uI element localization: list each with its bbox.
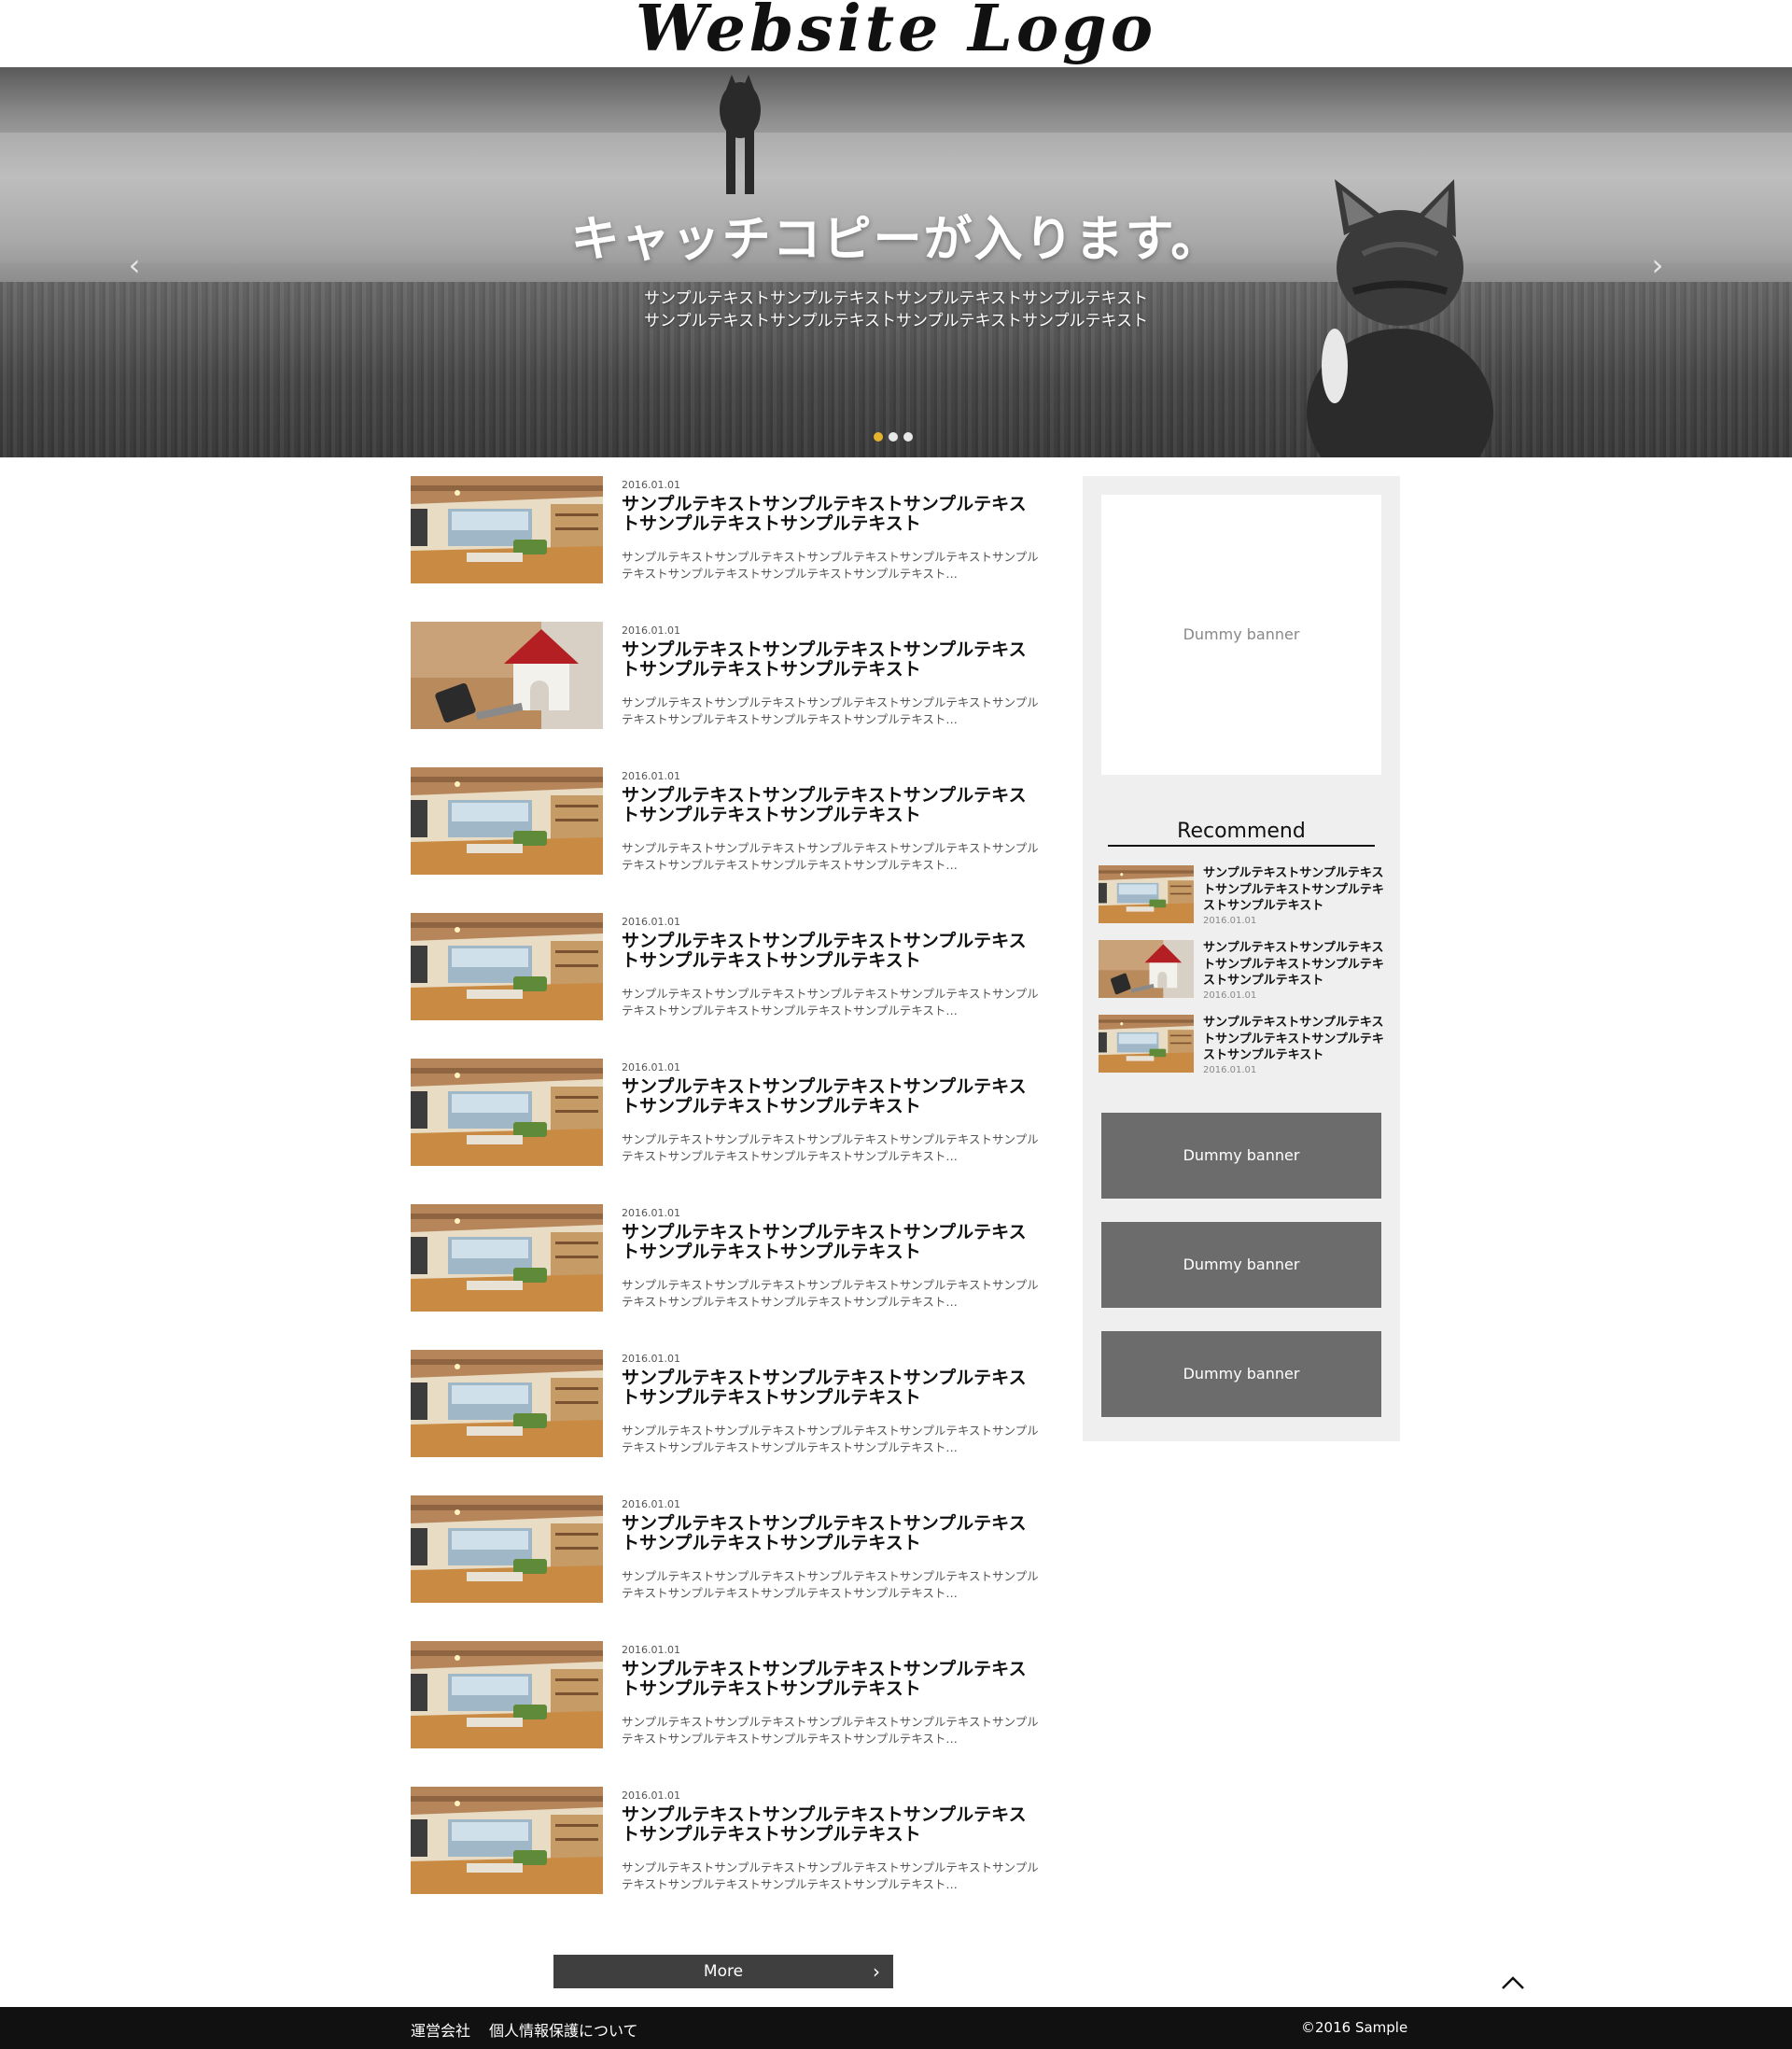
site-header: Website Logo [0, 0, 1792, 67]
article-title[interactable]: サンプルテキストサンプルテキストサンプルテキストサンプルテキストサンプルテキスト [622, 640, 1042, 680]
article-thumbnail[interactable] [411, 1495, 603, 1603]
article-excerpt: サンプルテキストサンプルテキストサンプルテキストサンプルテキストサンプルテキスト… [622, 1860, 1039, 1891]
article-title[interactable]: サンプルテキストサンプルテキストサンプルテキストサンプルテキストサンプルテキスト [622, 1514, 1042, 1553]
article-date: 2016.01.01 [622, 1061, 680, 1074]
article-excerpt: サンプルテキストサンプルテキストサンプルテキストサンプルテキストサンプルテキスト… [622, 1715, 1039, 1746]
article-thumbnail[interactable] [411, 1350, 603, 1457]
article-item: 2016.01.01 サンプルテキストサンプルテキストサンプルテキストサンプルテキ… [411, 1787, 1041, 1897]
article-title[interactable]: サンプルテキストサンプルテキストサンプルテキストサンプルテキストサンプルテキスト [622, 1077, 1042, 1116]
article-item: 2016.01.01 サンプルテキストサンプルテキストサンプルテキストサンプルテキ… [411, 767, 1041, 877]
article-date: 2016.01.01 [622, 1498, 680, 1510]
article-date: 2016.01.01 [622, 1789, 680, 1802]
recommend-title[interactable]: サンプルテキストサンプルテキストサンプルテキストサンプルテキストサンプルテキスト [1203, 940, 1390, 989]
site-logo[interactable]: Website Logo [0, 0, 1792, 61]
recommend-date: 2016.01.01 [1203, 916, 1257, 926]
sidebar: Dummy banner Recommend サンプルテキストサンプルテキストサ… [1083, 476, 1400, 1441]
article-excerpt: サンプルテキストサンプルテキストサンプルテキストサンプルテキストサンプルテキスト… [622, 1278, 1039, 1309]
article-excerpt: サンプルテキストサンプルテキストサンプルテキストサンプルテキストサンプルテキスト… [622, 1132, 1039, 1163]
footer-links: 運営会社 個人情報保護について [411, 2018, 638, 2041]
recommend-item[interactable]: サンプルテキストサンプルテキストサンプルテキストサンプルテキストサンプルテキスト… [1099, 1015, 1390, 1075]
article-thumbnail[interactable] [411, 1787, 603, 1894]
article-title[interactable]: サンプルテキストサンプルテキストサンプルテキストサンプルテキストサンプルテキスト [622, 1223, 1042, 1262]
slider-dot-3[interactable] [903, 432, 913, 442]
article-title[interactable]: サンプルテキストサンプルテキストサンプルテキストサンプルテキストサンプルテキスト [622, 1368, 1042, 1408]
article-title[interactable]: サンプルテキストサンプルテキストサンプルテキストサンプルテキストサンプルテキスト [622, 1805, 1042, 1845]
footer-link-privacy[interactable]: 個人情報保護について [489, 2018, 638, 2041]
article-item: 2016.01.01 サンプルテキストサンプルテキストサンプルテキストサンプルテキ… [411, 1204, 1041, 1314]
chevron-up-icon [1502, 1976, 1524, 1989]
hero-catchcopy: キャッチコピーが入ります。 [570, 212, 1222, 268]
article-date: 2016.01.01 [622, 770, 680, 782]
article-excerpt: サンプルテキストサンプルテキストサンプルテキストサンプルテキストサンプルテキスト… [622, 841, 1039, 872]
article-item: 2016.01.01 サンプルテキストサンプルテキストサンプルテキストサンプルテキ… [411, 1641, 1041, 1751]
article-item: 2016.01.01 サンプルテキストサンプルテキストサンプルテキストサンプルテキ… [411, 476, 1041, 586]
recommend-heading: Recommend [1108, 820, 1375, 847]
footer-copyright: ©2016 Sample [1301, 2019, 1408, 2036]
recommend-thumbnail[interactable] [1099, 940, 1194, 998]
sidebar-banner-3[interactable]: Dummy banner [1101, 1331, 1381, 1417]
chevron-left-icon: ‹ [128, 247, 141, 283]
slider-dots [874, 432, 913, 442]
slider-prev-button[interactable]: ‹ [116, 246, 153, 284]
article-title[interactable]: サンプルテキストサンプルテキストサンプルテキストサンプルテキストサンプルテキスト [622, 1660, 1042, 1699]
article-date: 2016.01.01 [622, 1644, 680, 1656]
recommend-title[interactable]: サンプルテキストサンプルテキストサンプルテキストサンプルテキストサンプルテキスト [1203, 1015, 1390, 1064]
article-excerpt: サンプルテキストサンプルテキストサンプルテキストサンプルテキストサンプルテキスト… [622, 987, 1039, 1017]
article-item: 2016.01.01 サンプルテキストサンプルテキストサンプルテキストサンプルテキ… [411, 1350, 1041, 1460]
site-footer: 運営会社 個人情報保護について ©2016 Sample [0, 2007, 1792, 2049]
article-date: 2016.01.01 [622, 1207, 680, 1219]
article-excerpt: サンプルテキストサンプルテキストサンプルテキストサンプルテキストサンプルテキスト… [622, 550, 1039, 581]
chevron-right-icon: › [873, 1960, 880, 1983]
hero-subtext: サンプルテキストサンプルテキストサンプルテキストサンプルテキスト サンプルテキス… [0, 288, 1792, 332]
more-button[interactable]: More › [553, 1955, 893, 1988]
article-thumbnail[interactable] [411, 913, 603, 1020]
article-thumbnail[interactable] [411, 767, 603, 875]
article-thumbnail[interactable] [411, 1204, 603, 1312]
hero-subtext-line: サンプルテキストサンプルテキストサンプルテキストサンプルテキスト [644, 289, 1148, 308]
article-item: 2016.01.01 サンプルテキストサンプルテキストサンプルテキストサンプルテキ… [411, 1495, 1041, 1606]
recommend-title[interactable]: サンプルテキストサンプルテキストサンプルテキストサンプルテキストサンプルテキスト [1203, 865, 1390, 915]
article-title[interactable]: サンプルテキストサンプルテキストサンプルテキストサンプルテキストサンプルテキスト [622, 932, 1042, 971]
article-thumbnail[interactable] [411, 1641, 603, 1748]
recommend-item[interactable]: サンプルテキストサンプルテキストサンプルテキストサンプルテキストサンプルテキスト… [1099, 865, 1390, 926]
article-date: 2016.01.01 [622, 916, 680, 928]
slider-dot-1[interactable] [874, 432, 883, 442]
sidebar-banner-1[interactable]: Dummy banner [1101, 1113, 1381, 1199]
footer-link-company[interactable]: 運営会社 [411, 2018, 470, 2041]
recommend-thumbnail[interactable] [1099, 865, 1194, 923]
slider-dot-2[interactable] [889, 432, 898, 442]
article-date: 2016.01.01 [622, 1353, 680, 1365]
article-item: 2016.01.01 サンプルテキストサンプルテキストサンプルテキストサンプルテキ… [411, 622, 1041, 732]
hero-cat-far-image [720, 75, 761, 194]
more-button-label: More [703, 1962, 744, 1981]
article-excerpt: サンプルテキストサンプルテキストサンプルテキストサンプルテキストサンプルテキスト… [622, 695, 1039, 726]
article-title[interactable]: サンプルテキストサンプルテキストサンプルテキストサンプルテキストサンプルテキスト [622, 786, 1042, 825]
sidebar-banner-2[interactable]: Dummy banner [1101, 1222, 1381, 1308]
article-excerpt: サンプルテキストサンプルテキストサンプルテキストサンプルテキストサンプルテキスト… [622, 1424, 1039, 1454]
hero-slider: キャッチコピーが入ります。 サンプルテキストサンプルテキストサンプルテキストサン… [0, 67, 1792, 457]
back-to-top-button[interactable] [1497, 1968, 1529, 2000]
recommend-thumbnail[interactable] [1099, 1015, 1194, 1073]
article-item: 2016.01.01 サンプルテキストサンプルテキストサンプルテキストサンプルテキ… [411, 913, 1041, 1023]
slider-next-button[interactable]: › [1639, 246, 1676, 284]
hero-subtext-line: サンプルテキストサンプルテキストサンプルテキストサンプルテキスト [644, 312, 1148, 330]
article-date: 2016.01.01 [622, 479, 680, 491]
recommend-date: 2016.01.01 [1203, 1065, 1257, 1075]
article-thumbnail[interactable] [411, 1059, 603, 1166]
article-title[interactable]: サンプルテキストサンプルテキストサンプルテキストサンプルテキストサンプルテキスト [622, 495, 1042, 534]
recommend-item[interactable]: サンプルテキストサンプルテキストサンプルテキストサンプルテキストサンプルテキスト… [1099, 940, 1390, 1001]
chevron-right-icon: › [1651, 247, 1664, 283]
article-excerpt: サンプルテキストサンプルテキストサンプルテキストサンプルテキストサンプルテキスト… [622, 1569, 1039, 1600]
article-date: 2016.01.01 [622, 625, 680, 637]
article-thumbnail[interactable] [411, 622, 603, 729]
article-item: 2016.01.01 サンプルテキストサンプルテキストサンプルテキストサンプルテキ… [411, 1059, 1041, 1169]
recommend-date: 2016.01.01 [1203, 990, 1257, 1001]
sidebar-banner-top[interactable]: Dummy banner [1101, 495, 1381, 775]
article-thumbnail[interactable] [411, 476, 603, 583]
